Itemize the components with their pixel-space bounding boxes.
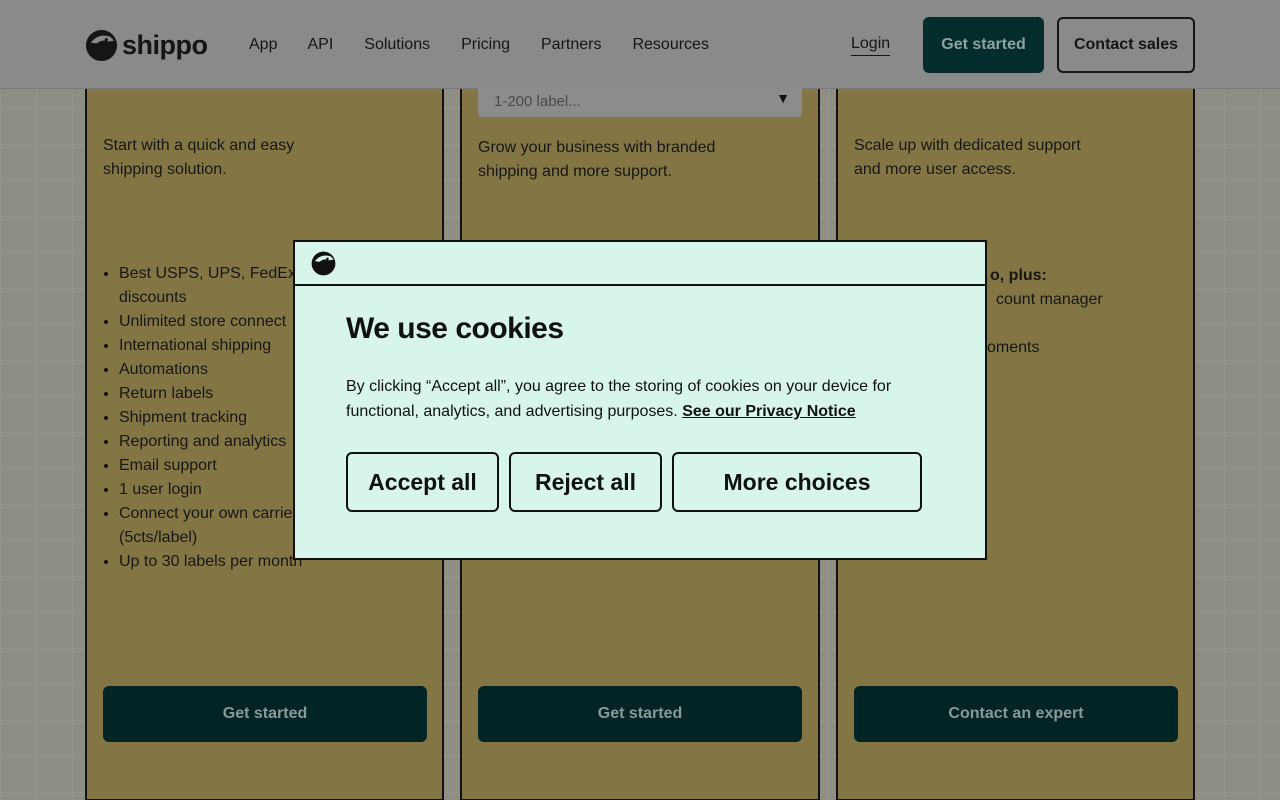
select-value: 1-200 label...	[494, 93, 581, 110]
contact-sales-button[interactable]: Contact sales	[1057, 17, 1195, 73]
nav-api[interactable]: API	[307, 36, 333, 54]
logo-text: shippo	[122, 29, 208, 60]
card-description: Grow your business with branded shipping…	[478, 139, 716, 180]
dialog-title: We use cookies	[346, 312, 564, 345]
starter-get-started-button[interactable]: Get started	[103, 686, 427, 742]
shippo-bird-icon	[311, 251, 336, 276]
nav-solutions[interactable]: Solutions	[364, 36, 430, 54]
label-volume-select[interactable]: 1-200 label... ▼	[478, 87, 802, 117]
accept-all-button[interactable]: Accept all	[346, 452, 499, 512]
nav-partners[interactable]: Partners	[541, 36, 601, 54]
nav-pricing[interactable]: Pricing	[461, 36, 510, 54]
dialog-header	[295, 242, 985, 286]
dropdown-arrow-icon: ▼	[776, 90, 790, 106]
main-nav: App API Solutions Pricing Partners Resou…	[249, 36, 740, 54]
contact-expert-button[interactable]: Contact an expert	[854, 686, 1178, 742]
list-item: Connect your own carrie (5cts/label)	[119, 502, 299, 550]
more-choices-button[interactable]: More choices	[672, 452, 922, 512]
shippo-bird-icon	[85, 29, 118, 61]
dialog-text: By clicking “Accept all”, you agree to t…	[346, 374, 926, 424]
shippo-logo[interactable]: shippo	[85, 28, 208, 62]
reject-all-button[interactable]: Reject all	[509, 452, 662, 512]
site-header: shippo App API Solutions Pricing Partner…	[0, 0, 1280, 89]
nav-app[interactable]: App	[249, 36, 277, 54]
privacy-notice-link[interactable]: See our Privacy Notice	[682, 403, 855, 420]
cookie-consent-dialog: We use cookies By clicking “Accept all”,…	[293, 240, 987, 560]
login-link[interactable]: Login	[851, 35, 891, 56]
pro-get-started-button[interactable]: Get started	[478, 686, 802, 742]
card-description: Scale up with dedicated support and more…	[854, 137, 1081, 178]
card-description: Start with a quick and easy shipping sol…	[103, 137, 295, 178]
nav-resources[interactable]: Resources	[632, 36, 708, 54]
list-item: Best USPS, UPS, FedEx, discounts	[119, 262, 309, 310]
header-get-started-button[interactable]: Get started	[923, 17, 1044, 73]
